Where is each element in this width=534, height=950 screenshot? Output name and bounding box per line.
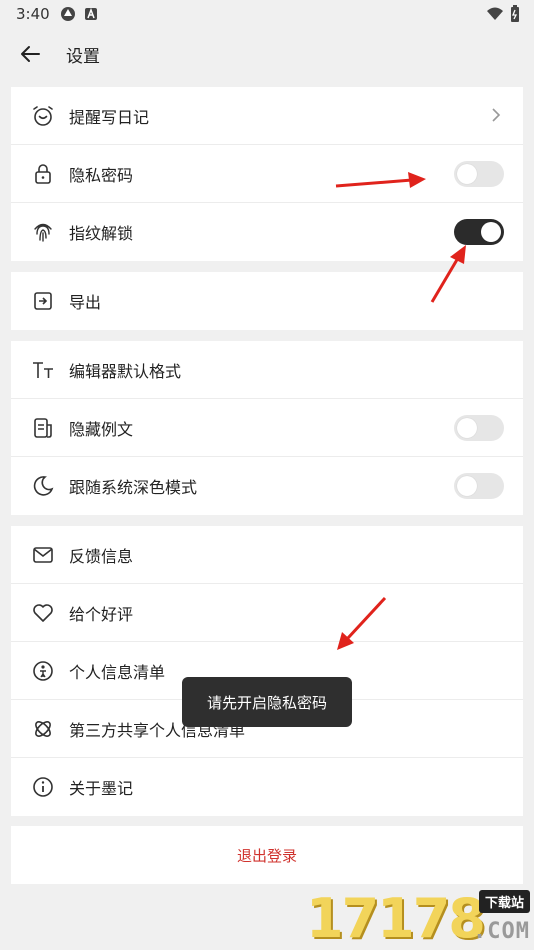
battery-icon (511, 5, 519, 22)
document-icon (31, 416, 55, 440)
hide-examples-label: 隐藏例文 (69, 419, 134, 439)
share-cross-icon (31, 717, 55, 741)
remind-diary-label: 提醒写日记 (69, 107, 150, 127)
logout-card: 退出登录 (11, 826, 523, 884)
feedback-row[interactable]: 反馈信息 (11, 526, 523, 584)
fingerprint-icon (31, 220, 55, 244)
personal-info-label: 个人信息清单 (69, 662, 166, 682)
watermark-badge: 下载站 (478, 890, 530, 913)
app-bar: 设置 (0, 28, 534, 80)
rate-row[interactable]: 给个好评 (11, 584, 523, 642)
about-label: 关于墨记 (69, 779, 134, 798)
privacy-password-label: 隐私密码 (69, 165, 134, 185)
text-format-icon (31, 358, 55, 382)
export-row[interactable]: 导出 (11, 272, 523, 330)
about-row[interactable]: 关于墨记 (11, 758, 523, 816)
fingerprint-label: 指纹解锁 (69, 224, 134, 243)
settings-group-export: 导出 (11, 272, 523, 330)
watermark-digits: 17178 (306, 887, 486, 950)
lock-icon (31, 162, 55, 186)
wifi-icon (487, 7, 503, 20)
info-icon (31, 775, 55, 799)
hide-examples-toggle[interactable] (454, 415, 504, 441)
toast-message: 请先开启隐私密码 (182, 677, 352, 727)
settings-group-security: 提醒写日记 隐私密码 指纹解锁 (11, 87, 523, 261)
logout-button[interactable]: 退出登录 (11, 826, 523, 884)
page-title: 设置 (66, 46, 100, 67)
fingerprint-toggle[interactable] (454, 219, 504, 245)
mail-icon (31, 543, 55, 567)
rate-label: 给个好评 (69, 604, 134, 624)
chevron-right-icon (492, 108, 501, 122)
feedback-label: 反馈信息 (69, 546, 134, 566)
moon-icon (31, 474, 55, 498)
watermark-com: .COM (473, 919, 530, 944)
app-a-icon (84, 7, 97, 20)
status-time: 3:40 (16, 5, 50, 23)
privacy-password-row[interactable]: 隐私密码 (11, 145, 523, 203)
alarm-clock-icon (31, 104, 55, 128)
site-watermark-logo: 17178 下载站 .COM (306, 890, 530, 948)
person-info-icon (31, 659, 55, 683)
remind-diary-row[interactable]: 提醒写日记 (11, 87, 523, 145)
editor-format-row[interactable]: 编辑器默认格式 (11, 341, 523, 399)
export-icon (31, 289, 55, 313)
settings-group-about: 反馈信息 给个好评 个人信息清单 第三方共享个人信息清单 关于墨记 (11, 526, 523, 816)
settings-group-editor: 编辑器默认格式 隐藏例文 跟随系统深色模式 (11, 341, 523, 515)
dark-mode-toggle[interactable] (454, 473, 504, 499)
export-label: 导出 (69, 293, 102, 312)
heart-icon (31, 601, 55, 625)
fingerprint-row[interactable]: 指纹解锁 (11, 203, 523, 261)
dark-mode-row[interactable]: 跟随系统深色模式 (11, 457, 523, 515)
status-bar: 3:40 (0, 0, 534, 28)
sync-icon (60, 7, 75, 21)
privacy-password-toggle[interactable] (454, 161, 504, 187)
hide-examples-row[interactable]: 隐藏例文 (11, 399, 523, 457)
editor-format-label: 编辑器默认格式 (69, 361, 182, 381)
dark-mode-label: 跟随系统深色模式 (69, 478, 198, 497)
back-arrow-icon[interactable] (18, 42, 42, 66)
